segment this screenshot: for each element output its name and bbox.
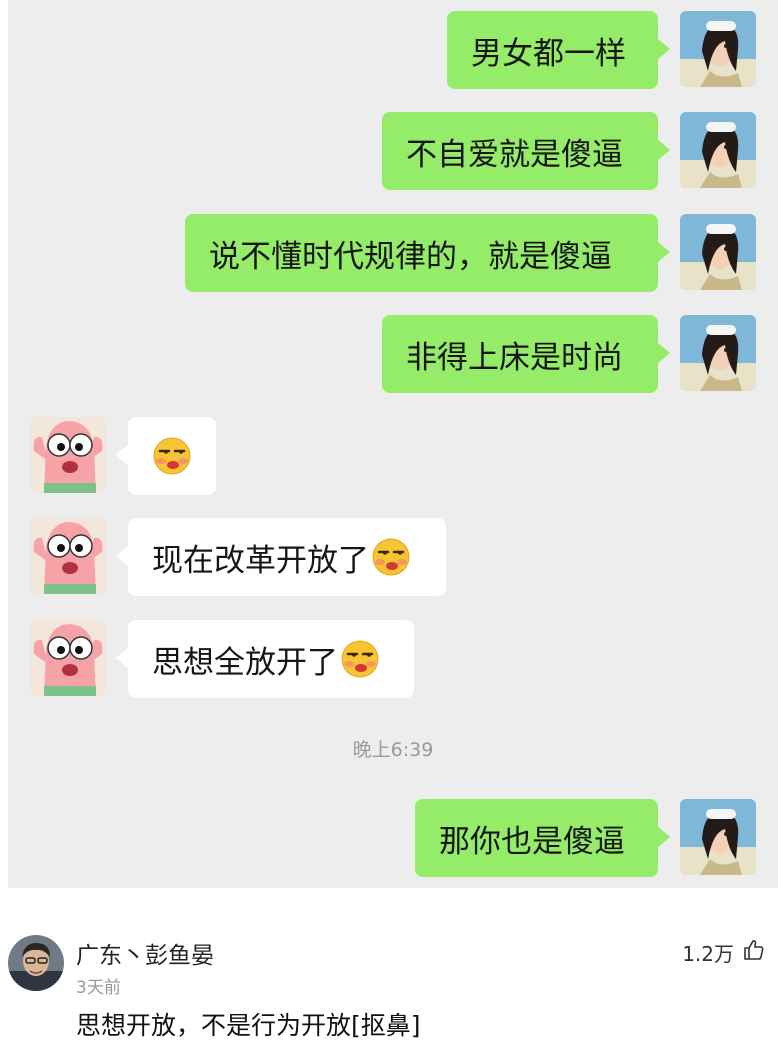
my-avatar[interactable] [680,315,756,391]
like-button[interactable]: 1.2万 [682,938,766,967]
message-bubble-outgoing[interactable]: 男女都一样 [447,11,670,89]
message-text: 说不懂时代规律的，就是傻逼 [209,238,612,275]
message-bubble-outgoing[interactable]: 那你也是傻逼 [415,799,670,877]
shy-smirk-emoji-icon [371,537,411,577]
shy-smirk-emoji-icon [152,436,192,476]
message-bubble-incoming[interactable]: 现在改革开放了 [116,518,446,596]
my-avatar[interactable] [680,112,756,188]
chat-timestamp: 晚上6:39 [352,739,434,761]
contact-avatar[interactable] [30,417,106,493]
contact-avatar[interactable] [30,620,106,696]
message-bubble-outgoing[interactable]: 不自爱就是傻逼 [382,112,670,190]
thumbs-up-icon [742,938,766,967]
my-avatar[interactable] [680,799,756,875]
message-text: 思想全放开了 [152,644,338,681]
comment-item: 广东丶彭鱼晏 3天前 思想开放，不是行为开放[抠鼻] 1.2万 [0,888,778,1048]
message-text: 不自爱就是傻逼 [406,136,623,173]
contact-avatar[interactable] [30,518,106,594]
message-text: 男女都一样 [471,35,626,72]
my-avatar[interactable] [680,214,756,290]
message-text: 现在改革开放了 [152,542,369,579]
commenter-avatar[interactable] [8,935,64,991]
commenter-name[interactable]: 广东丶彭鱼晏 [76,936,214,970]
chat-area: 男女都一样 不自爱就是傻逼 说不懂时代规律的，就是傻逼 非得上床是时尚 现在改革… [8,0,778,888]
like-count: 1.2万 [682,942,734,966]
message-bubble-incoming[interactable]: 思想全放开了 [116,620,414,698]
message-bubble-incoming[interactable] [116,417,216,495]
shy-smirk-emoji-icon [340,639,380,679]
my-avatar[interactable] [680,11,756,87]
message-text: 那你也是傻逼 [439,823,625,860]
comment-time: 3天前 [76,978,121,998]
comment-text: 思想开放，不是行为开放[抠鼻] [76,1011,421,1040]
message-text: 非得上床是时尚 [406,339,623,376]
message-bubble-outgoing[interactable]: 非得上床是时尚 [382,315,670,393]
message-bubble-outgoing[interactable]: 说不懂时代规律的，就是傻逼 [185,214,670,292]
